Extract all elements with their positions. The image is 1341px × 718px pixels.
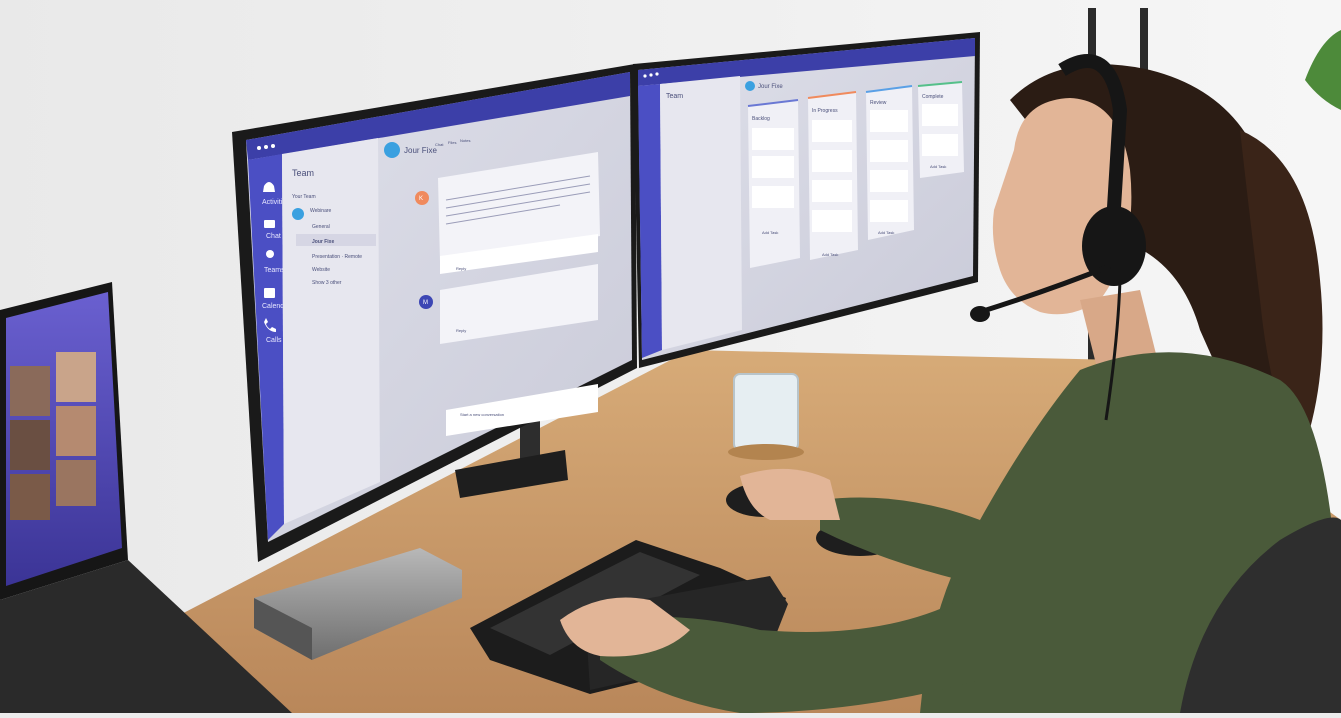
add-task-button[interactable]: Add Task: [762, 230, 778, 235]
right-app-title: Team: [666, 93, 683, 100]
tab-chat[interactable]: Chat: [435, 142, 444, 147]
channel-item-active[interactable]: Jour Fixe: [312, 239, 334, 245]
office-scene: Activities Chat Teams Calendar Calls Tea…: [0, 0, 1341, 713]
message-avatar-letter: M: [423, 300, 428, 306]
left-channel-title: Jour Fixe: [404, 146, 437, 155]
headset-mic: [970, 306, 990, 322]
right-channel-avatar: [745, 81, 755, 91]
column-title: Backlog: [752, 116, 770, 122]
tab-notes[interactable]: Notes: [460, 138, 470, 143]
tab-files[interactable]: Files: [448, 140, 456, 145]
kanban-column: [748, 100, 800, 268]
your-team-label: Your Team: [292, 194, 316, 200]
scene-svg: Activities Chat Teams Calendar Calls Tea…: [0, 0, 1341, 713]
team-avatar: [292, 208, 304, 220]
channel-item[interactable]: Webinare: [310, 208, 332, 214]
nav-label-chat: Chat: [266, 233, 281, 240]
right-team-panel: [660, 76, 742, 350]
chat-icon[interactable]: [264, 220, 275, 228]
channel-avatar: [384, 142, 400, 158]
message-avatar-letter: K: [419, 196, 423, 202]
channel-item[interactable]: Presentation · Remote: [312, 254, 362, 260]
reply-label[interactable]: Reply: [456, 328, 466, 333]
left-app-title: Team: [292, 168, 314, 178]
right-channel-title: Jour Fixe: [758, 84, 783, 90]
nav-label-teams: Teams: [264, 267, 285, 274]
add-task-button[interactable]: Add Task: [822, 252, 838, 257]
coaster: [728, 444, 804, 460]
column-title: Review: [870, 100, 887, 106]
add-task-button[interactable]: Add Task: [878, 230, 894, 235]
water-glass: [733, 373, 799, 451]
channel-item-more[interactable]: Show 3 other: [312, 280, 342, 286]
right-nav-rail: [638, 84, 662, 358]
column-title: In Progress: [812, 108, 838, 114]
compose-placeholder[interactable]: Start a new conversation: [460, 412, 504, 417]
calendar-icon[interactable]: [264, 288, 275, 298]
channel-item[interactable]: Website: [312, 267, 330, 273]
people-icon[interactable]: [266, 250, 274, 258]
column-title: Complete: [922, 94, 944, 100]
add-task-button[interactable]: Add Task: [930, 164, 946, 169]
nav-label-calls: Calls: [266, 337, 282, 344]
reply-label[interactable]: Reply: [456, 266, 466, 271]
kanban-column: [808, 92, 858, 260]
channel-item[interactable]: General: [312, 224, 330, 230]
channel-selected-bg: [296, 234, 376, 246]
